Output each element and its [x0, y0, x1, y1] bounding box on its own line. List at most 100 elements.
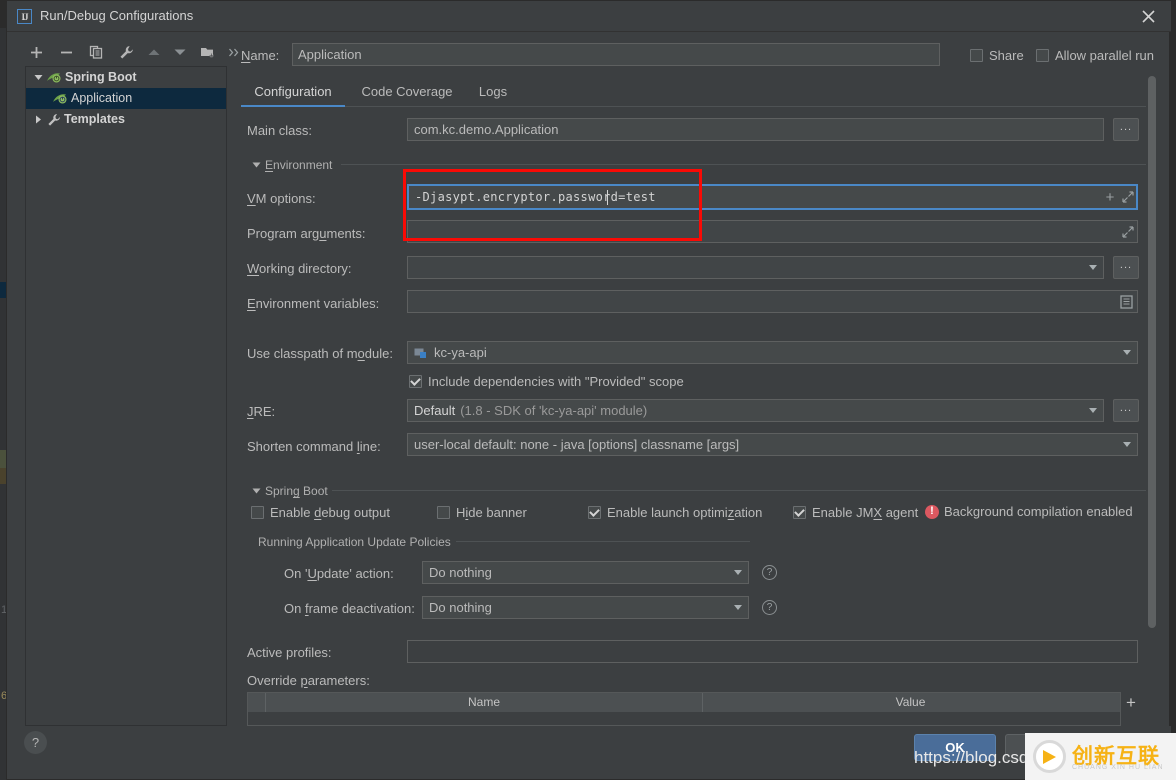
vm-options-add-icon[interactable]: +	[1103, 189, 1117, 206]
table-body[interactable]	[248, 712, 1120, 725]
on-update-action-help-icon[interactable]: ?	[762, 565, 777, 580]
chevron-right-icon[interactable]	[30, 115, 46, 124]
name-input[interactable]	[292, 43, 940, 66]
group-divider	[341, 164, 1146, 165]
group-divider	[332, 490, 1146, 491]
environment-group-header[interactable]: Environment	[250, 158, 332, 172]
checkbox-box[interactable]	[588, 506, 601, 519]
on-frame-deactivation-combobox[interactable]: Do nothing	[422, 596, 749, 619]
group-divider	[456, 541, 750, 542]
shorten-command-line-dropdown-icon[interactable]	[1123, 442, 1131, 447]
help-button[interactable]: ?	[24, 731, 47, 754]
working-directory-dropdown-icon[interactable]	[1089, 265, 1097, 270]
on-update-action-value: Do nothing	[429, 565, 492, 580]
on-frame-deactivation-value: Do nothing	[429, 600, 492, 615]
jre-value-secondary: (1.8 - SDK of 'kc-ya-api' module)	[460, 403, 648, 418]
spring-boot-group-header[interactable]: Spring Boot	[250, 484, 328, 498]
use-classpath-dropdown-icon[interactable]	[1123, 350, 1131, 355]
include-provided-scope-checkbox[interactable]: Include dependencies with "Provided" sco…	[409, 374, 684, 389]
spring-boot-icon	[46, 71, 63, 85]
environment-variables-label: Environment variables:	[247, 296, 380, 311]
on-update-action-combobox[interactable]: Do nothing	[422, 561, 749, 584]
configurations-tree[interactable]: Spring Boot Application Templates	[25, 66, 227, 726]
program-arguments-label: Program arguments:	[247, 226, 366, 241]
vm-options-value: -Djasypt.encryptor.password=test	[415, 190, 656, 204]
vm-options-input[interactable]: -Djasypt.encryptor.password=test	[407, 184, 1138, 210]
checkbox-box[interactable]	[793, 506, 806, 519]
main-class-input[interactable]: com.kc.demo.Application	[407, 118, 1104, 141]
close-icon[interactable]	[1125, 1, 1171, 32]
environment-variables-input[interactable]	[407, 290, 1138, 313]
chevron-down-icon[interactable]	[250, 485, 262, 497]
watermark-logo: 创新互联 CHUANG XIN HU LIAN	[1025, 733, 1176, 780]
intellij-logo-icon: IJ	[17, 9, 32, 24]
shorten-command-line-label: Shorten command line:	[247, 439, 381, 454]
working-directory-input[interactable]	[407, 256, 1104, 279]
checkbox-box[interactable]	[970, 49, 983, 62]
enable-debug-output-checkbox[interactable]: Enable debug output	[251, 505, 390, 520]
table-header-name[interactable]: Name	[266, 693, 703, 712]
watermark-url: https://blog.csd	[914, 748, 1029, 767]
vm-options-expand-icon[interactable]	[1121, 190, 1135, 204]
jre-dropdown-icon[interactable]	[1089, 408, 1097, 413]
watermark-mark-icon	[1033, 740, 1066, 773]
tree-item-label: Spring Boot	[65, 70, 137, 84]
program-arguments-input[interactable]	[407, 220, 1138, 243]
vertical-scrollbar[interactable]	[1148, 76, 1156, 628]
shorten-command-line-combobox[interactable]: user-local default: none - java [options…	[407, 433, 1138, 456]
shorten-command-line-value: user-local default: none - java [options…	[414, 437, 740, 452]
on-update-action-dropdown-icon[interactable]	[734, 570, 742, 575]
chevron-down-icon[interactable]	[30, 74, 46, 81]
use-classpath-value: kc-ya-api	[434, 345, 487, 360]
tree-item-application[interactable]: Application	[26, 88, 226, 109]
main-class-value: com.kc.demo.Application	[414, 122, 559, 137]
main-class-browse-button[interactable]: ...	[1113, 118, 1139, 141]
vm-options-label: VM options:	[247, 191, 316, 206]
use-classpath-combobox[interactable]: kc-ya-api	[407, 341, 1138, 364]
configurations-toolbar	[25, 41, 239, 64]
move-up-button[interactable]	[143, 41, 165, 63]
tab-logs[interactable]: Logs	[471, 80, 515, 107]
chevron-down-icon[interactable]	[250, 159, 262, 171]
enable-launch-optimization-checkbox[interactable]: Enable launch optimization	[588, 505, 762, 520]
add-parameter-button[interactable]: +	[1121, 692, 1141, 714]
edit-templates-button[interactable]	[115, 41, 137, 63]
copy-configuration-button[interactable]	[85, 41, 107, 63]
on-frame-deactivation-dropdown-icon[interactable]	[734, 605, 742, 610]
table-header-value[interactable]: Value	[703, 693, 1118, 712]
tab-bar: Configuration Code Coverage Logs	[241, 80, 1146, 107]
table-header-gutter	[248, 693, 266, 712]
error-circle-icon: !	[925, 504, 939, 519]
use-classpath-label: Use classpath of module:	[247, 346, 393, 361]
environment-variables-edit-icon[interactable]	[1119, 295, 1133, 309]
allow-parallel-run-checkbox[interactable]: Allow parallel run	[1036, 48, 1154, 63]
move-into-folder-button[interactable]	[197, 41, 219, 63]
update-policies-group-header: Running Application Update Policies	[258, 535, 451, 549]
share-checkbox[interactable]: Share	[970, 48, 1024, 63]
tree-item-spring-boot[interactable]: Spring Boot	[26, 67, 226, 88]
share-label: Share	[989, 48, 1024, 63]
override-parameters-table[interactable]: Name Value	[247, 692, 1121, 726]
background-compilation-warning: ! Background compilation enabled	[925, 504, 1133, 519]
hide-banner-checkbox[interactable]: Hide banner	[437, 505, 527, 520]
program-arguments-expand-icon[interactable]	[1121, 225, 1135, 239]
working-directory-browse-button[interactable]: ...	[1113, 256, 1139, 279]
include-provided-scope-label: Include dependencies with "Provided" sco…	[428, 374, 684, 389]
table-header-row: Name Value	[248, 693, 1120, 712]
jre-browse-button[interactable]: ...	[1113, 399, 1139, 422]
active-profiles-input[interactable]	[407, 640, 1138, 663]
on-frame-deactivation-help-icon[interactable]: ?	[762, 600, 777, 615]
checkbox-box[interactable]	[1036, 49, 1049, 62]
tab-configuration[interactable]: Configuration	[241, 80, 345, 107]
enable-jmx-agent-checkbox[interactable]: Enable JMX agent	[793, 505, 918, 520]
tab-code-coverage[interactable]: Code Coverage	[353, 80, 461, 107]
checkbox-box[interactable]	[251, 506, 264, 519]
checkbox-box[interactable]	[437, 506, 450, 519]
add-configuration-button[interactable]	[25, 41, 47, 63]
background-compilation-warning-label: Background compilation enabled	[944, 504, 1133, 519]
checkbox-box[interactable]	[409, 375, 422, 388]
tree-item-templates[interactable]: Templates	[26, 109, 226, 130]
move-down-button[interactable]	[169, 41, 191, 63]
remove-configuration-button[interactable]	[55, 41, 77, 63]
jre-combobox[interactable]: Default (1.8 - SDK of 'kc-ya-api' module…	[407, 399, 1104, 422]
